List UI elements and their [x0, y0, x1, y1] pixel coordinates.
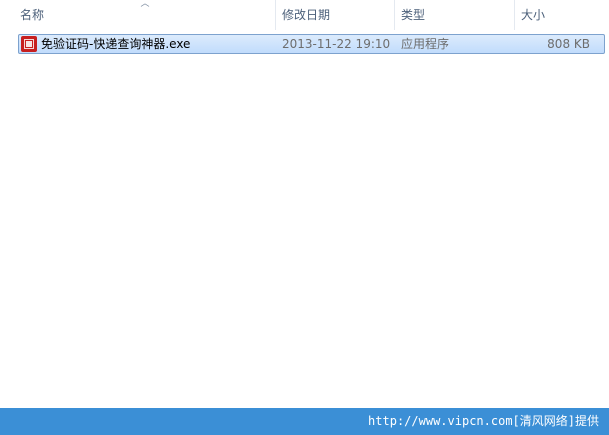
watermark-bar: http://www.vipcn.com[清风网络]提供 [0, 408, 609, 435]
app-icon [21, 36, 37, 52]
column-header-date-modified[interactable]: 修改日期 [276, 0, 394, 30]
column-header-type[interactable]: 类型 [395, 0, 513, 30]
file-row[interactable]: 免验证码-快递查询神器.exe 2013-11-22 19:10 应用程序 80… [18, 34, 605, 54]
app-icon-mark [26, 41, 32, 47]
file-date-modified: 2013-11-22 19:10 [282, 37, 391, 51]
watermark-text: http://www.vipcn.com[清风网络]提供 [368, 414, 599, 428]
sort-ascending-icon: ︿ [140, 0, 150, 9]
column-header-bar: 名称 ︿ 修改日期 类型 大小 [0, 0, 609, 30]
file-type: 应用程序 [401, 37, 450, 51]
file-size: 808 KB [547, 37, 590, 51]
file-name: 免验证码-快递查询神器.exe [41, 37, 191, 51]
column-header-size[interactable]: 大小 [515, 0, 609, 30]
